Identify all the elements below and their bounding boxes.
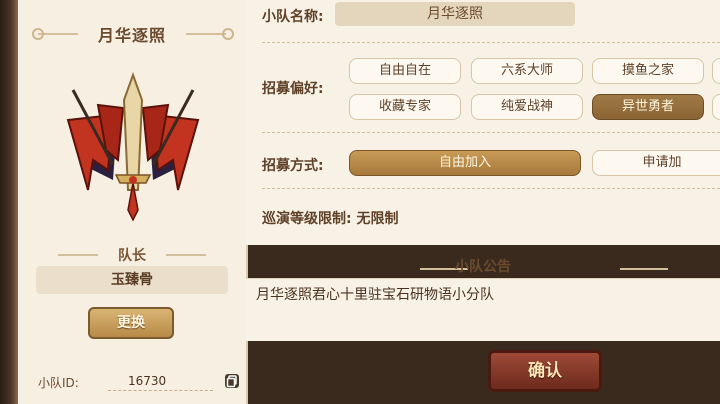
team-id-underline <box>108 390 213 392</box>
level-limit-text: 巡演等级限制: 无限制 <box>262 211 399 227</box>
pref-option[interactable]: 摸鱼之家 <box>592 58 704 84</box>
notice-title: 小队公告 <box>455 259 511 275</box>
pref-option[interactable]: 自由自在 <box>349 58 461 84</box>
team-card-panel: 月华逐照 队长 玉臻骨 更换 小队ID: 16730 <box>18 0 248 404</box>
team-id-label: 小队ID: <box>38 376 79 390</box>
team-settings-screen: 月华逐照 队长 玉臻骨 更换 小队ID: 16730 小队名称: 月华逐照 招募… <box>0 0 720 404</box>
team-name-label: 小队名称: <box>262 9 324 25</box>
divider <box>262 42 720 43</box>
pref-option-selected[interactable]: 异世勇者 <box>592 94 704 120</box>
team-id-value: 16730 <box>128 374 167 388</box>
pref-option[interactable]: 六系大师 <box>471 58 583 84</box>
preference-label: 招募偏好: <box>262 81 324 97</box>
change-leader-button[interactable]: 更换 <box>88 307 174 339</box>
method-label: 招募方式: <box>262 158 324 174</box>
leader-role-label: 队长 <box>118 248 146 264</box>
team-emblem-icon <box>58 70 208 230</box>
leader-name: 玉臻骨 <box>111 272 153 288</box>
pref-option-partial[interactable] <box>712 94 720 120</box>
window-edge <box>0 0 18 404</box>
confirm-button[interactable]: 确认 <box>488 350 602 392</box>
team-name-input[interactable]: 月华逐照 <box>335 2 575 26</box>
notice-text: 月华逐照君心十里驻宝石研物语小分队 <box>256 287 494 303</box>
pref-option[interactable]: 收藏专家 <box>349 94 461 120</box>
method-free-join[interactable]: 自由加入 <box>349 150 581 176</box>
divider <box>262 132 720 133</box>
pref-option-partial[interactable] <box>712 58 720 84</box>
copy-icon[interactable] <box>224 373 240 389</box>
pref-option[interactable]: 纯爱战神 <box>471 94 583 120</box>
leader-name-field: 玉臻骨 <box>36 266 228 294</box>
divider <box>262 188 720 189</box>
method-apply-join[interactable]: 申请加 <box>592 150 720 176</box>
team-title: 月华逐照 <box>97 26 166 45</box>
